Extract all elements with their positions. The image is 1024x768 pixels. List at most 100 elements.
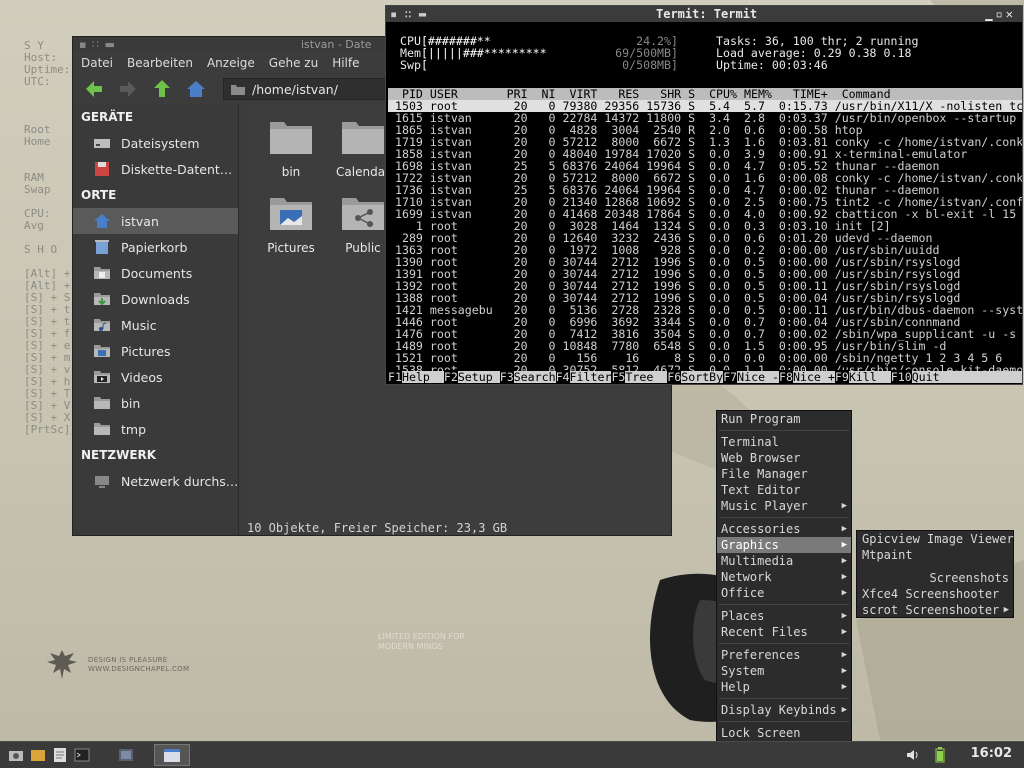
menu-item-accessories[interactable]: Accessories ▶ bbox=[717, 521, 851, 537]
fkey-label[interactable]: Nice - bbox=[737, 370, 779, 384]
sidebar-icon bbox=[93, 317, 111, 333]
sidebar-item-label: Papierkorb bbox=[121, 239, 188, 255]
menu-datei[interactable]: Datei bbox=[81, 56, 113, 70]
sidebar-item-documents[interactable]: Documents bbox=[73, 260, 238, 286]
fkey-label[interactable]: Quit bbox=[912, 370, 940, 384]
fkey-key[interactable]: F7 bbox=[723, 370, 738, 384]
folder-icon bbox=[270, 122, 312, 154]
home-icon bbox=[187, 81, 205, 97]
fkey-label[interactable]: Filter bbox=[570, 370, 612, 384]
fkey-label[interactable]: Help bbox=[402, 370, 444, 384]
folder-item[interactable]: Pictures bbox=[253, 194, 329, 255]
menu-item-music-player[interactable]: Music Player ▶ bbox=[717, 498, 851, 514]
window-icon bbox=[164, 749, 180, 762]
fkey-label[interactable]: Setup bbox=[458, 370, 500, 384]
terminal-launcher-icon[interactable] bbox=[74, 747, 90, 763]
window-menu-icon[interactable]: ▪ ∷ ▬ bbox=[390, 6, 426, 22]
menu-item-display-keybinds[interactable]: Display Keybinds ▶ bbox=[717, 702, 851, 718]
sidebar-item-downloads[interactable]: Downloads bbox=[73, 286, 238, 312]
up-button[interactable] bbox=[149, 77, 175, 101]
taskbar-window-file-manager[interactable] bbox=[118, 747, 134, 763]
fkey-key[interactable]: F5 bbox=[611, 370, 626, 384]
terminal-window[interactable]: ▪ ∷ ▬ Termit: Termit ▁▫✕ CPU[#######** 2… bbox=[385, 5, 1023, 385]
menu-item-office[interactable]: Office ▶ bbox=[717, 585, 851, 601]
file-manager-launcher-icon[interactable] bbox=[30, 747, 46, 763]
fkey-key[interactable]: F10 bbox=[890, 370, 912, 384]
sidebar-item-label: Pictures bbox=[121, 343, 171, 359]
sidebar-item-diskette-datent[interactable]: Diskette-Datent… bbox=[73, 156, 238, 182]
menu-item-graphics[interactable]: Graphics ▶ bbox=[717, 537, 851, 553]
sidebar-item-pictures[interactable]: Pictures bbox=[73, 338, 238, 364]
menu-bearbeiten[interactable]: Bearbeiten bbox=[127, 56, 193, 70]
fkey-label[interactable]: Search bbox=[514, 370, 556, 384]
fkey-label[interactable]: Kill bbox=[849, 370, 891, 384]
sidebar-item-music[interactable]: Music bbox=[73, 312, 238, 338]
menu-item-file-manager[interactable]: File Manager bbox=[717, 466, 851, 482]
menu-item-network[interactable]: Network ▶ bbox=[717, 569, 851, 585]
menu-item-label: Music Player bbox=[721, 499, 808, 513]
menu-item-preferences[interactable]: Preferences ▶ bbox=[717, 647, 851, 663]
menu-anzeige[interactable]: Anzeige bbox=[207, 56, 255, 70]
sidebar-icon bbox=[93, 291, 111, 307]
taskbar-window-terminal[interactable] bbox=[154, 744, 190, 766]
fkey-label[interactable]: SortBy bbox=[681, 370, 723, 384]
menu-item-multimedia[interactable]: Multimedia ▶ bbox=[717, 553, 851, 569]
menu-item-terminal[interactable]: Terminal bbox=[717, 434, 851, 450]
menu-item-lock-screen[interactable]: Lock Screen bbox=[717, 725, 851, 741]
menu-item-label: Graphics bbox=[721, 538, 779, 552]
fkey-label[interactable]: Nice + bbox=[793, 370, 835, 384]
fkey-key[interactable]: F3 bbox=[499, 370, 514, 384]
screenshot-icon[interactable] bbox=[8, 747, 24, 763]
menu-item-scrot-screenshooter[interactable]: scrot Screenshooter ▶ bbox=[857, 602, 1013, 618]
close-icon[interactable]: ✕ bbox=[1006, 7, 1016, 21]
sidebar-item-bin[interactable]: bin bbox=[73, 390, 238, 416]
maximize-icon[interactable]: ▫ bbox=[996, 7, 1006, 21]
battery-icon[interactable] bbox=[932, 747, 948, 763]
menu-item-system[interactable]: System ▶ bbox=[717, 663, 851, 679]
terminal-title: Termit: Termit bbox=[656, 7, 758, 21]
menu-item-web-browser[interactable]: Web Browser bbox=[717, 450, 851, 466]
fkey-key[interactable]: F8 bbox=[779, 370, 793, 384]
back-button[interactable] bbox=[81, 77, 107, 101]
menu-item-help[interactable]: Help ▶ bbox=[717, 679, 851, 695]
sidebar-item-videos[interactable]: Videos bbox=[73, 364, 238, 390]
sidebar-item-tmp[interactable]: tmp bbox=[73, 416, 238, 442]
volume-icon[interactable] bbox=[905, 747, 921, 763]
window-menu-icon[interactable]: ▪ ∷ ▬ bbox=[79, 38, 116, 51]
menu-item-text-editor[interactable]: Text Editor bbox=[717, 482, 851, 498]
menu-item-label: Terminal bbox=[721, 435, 779, 449]
sidebar-item-netzwerk-durchs[interactable]: Netzwerk durchs… bbox=[73, 468, 238, 494]
chevron-right-icon: ▶ bbox=[841, 666, 847, 676]
forward-button[interactable] bbox=[115, 77, 141, 101]
menu-hilfe[interactable]: Hilfe bbox=[332, 56, 359, 70]
minimize-icon[interactable]: ▁ bbox=[985, 7, 995, 21]
arrow-right-icon bbox=[120, 81, 136, 97]
menu-gehe-zu[interactable]: Gehe zu bbox=[269, 56, 318, 70]
fkey-key[interactable]: F1 bbox=[388, 370, 402, 384]
menu-item-run-program[interactable]: Run Program bbox=[717, 411, 851, 427]
sidebar-item-label: Diskette-Datent… bbox=[121, 161, 233, 177]
menu-item-mtpaint[interactable]: Mtpaint bbox=[857, 547, 1013, 563]
sidebar-item-dateisystem[interactable]: Dateisystem bbox=[73, 130, 238, 156]
fkey-key[interactable]: F9 bbox=[834, 370, 849, 384]
fkey-key[interactable]: F6 bbox=[667, 370, 682, 384]
menu-item-xfce4-screenshooter[interactable]: Xfce4 Screenshooter bbox=[857, 586, 1013, 602]
location-path: /home/istvan/ bbox=[252, 81, 338, 97]
menu-item-label: Web Browser bbox=[721, 451, 801, 465]
menu-item-gpicview[interactable]: Gpicview Image Viewer bbox=[857, 531, 1014, 547]
clock[interactable]: 16:02 bbox=[971, 746, 1012, 761]
fkey-key[interactable]: F4 bbox=[555, 370, 570, 384]
menu-item-recent-files[interactable]: Recent Files ▶ bbox=[717, 624, 851, 640]
menu-item-places[interactable]: Places ▶ bbox=[717, 608, 851, 624]
folder-public-icon bbox=[342, 198, 384, 230]
function-key-bar: F1Help F2Setup F3SearchF4FilterF5Tree F6… bbox=[388, 370, 1022, 384]
text-editor-icon[interactable] bbox=[52, 747, 68, 763]
folder-item[interactable]: bin bbox=[253, 118, 329, 179]
fkey-key[interactable]: F2 bbox=[443, 370, 458, 384]
fkey-label[interactable]: Tree bbox=[625, 370, 667, 384]
sidebar-item-istvan[interactable]: istvan bbox=[73, 208, 238, 234]
folder-icon bbox=[342, 122, 384, 154]
sidebar-item-papierkorb[interactable]: Papierkorb bbox=[73, 234, 238, 260]
home-button[interactable] bbox=[183, 77, 209, 101]
terminal-titlebar[interactable]: ▪ ∷ ▬ Termit: Termit ▁▫✕ bbox=[386, 6, 1022, 22]
